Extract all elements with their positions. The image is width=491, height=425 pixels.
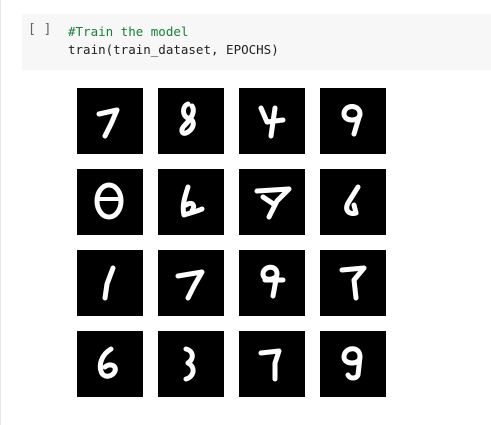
generated-image xyxy=(239,250,305,316)
generated-image xyxy=(158,88,224,154)
generated-digit-image xyxy=(341,346,363,381)
code-line-1[interactable]: #Train the model xyxy=(68,24,188,39)
generated-digit-image xyxy=(94,182,124,220)
notebook-cell: #Train the model train(train_dataset, EP… xyxy=(0,0,491,425)
code-editor[interactable]: #Train the model train(train_dataset, EP… xyxy=(22,14,491,70)
generated-image xyxy=(239,88,305,154)
generated-image xyxy=(239,331,305,397)
generated-image xyxy=(77,331,143,397)
generated-image xyxy=(239,169,305,235)
run-cell-button[interactable]: [ ] xyxy=(28,22,51,37)
generated-image xyxy=(77,250,143,316)
generated-image xyxy=(320,169,386,235)
generated-digit-image xyxy=(183,346,196,382)
generated-digit-image xyxy=(258,105,286,139)
generated-digit-image xyxy=(97,346,118,379)
generated-digit-image xyxy=(254,186,292,220)
generated-digit-image xyxy=(258,348,282,382)
generated-image xyxy=(77,169,143,235)
generated-digit-image xyxy=(341,104,363,137)
generated-image xyxy=(320,88,386,154)
generated-digit-image xyxy=(96,107,120,139)
generated-digit-image xyxy=(175,269,205,301)
generated-digit-image xyxy=(179,101,196,136)
generated-image xyxy=(158,169,224,235)
generated-image xyxy=(158,331,224,397)
generated-digit-image xyxy=(339,265,367,301)
generated-image xyxy=(320,250,386,316)
generated-image xyxy=(77,88,143,154)
generated-images-grid xyxy=(77,88,387,397)
code-line-2[interactable]: train(train_dataset, EPOCHS) xyxy=(68,42,279,57)
generated-digit-image xyxy=(102,265,116,301)
generated-digit-image xyxy=(344,184,361,216)
generated-digit-image xyxy=(260,264,286,299)
generated-image xyxy=(320,331,386,397)
generated-image xyxy=(158,250,224,316)
generated-digit-image xyxy=(180,184,205,218)
